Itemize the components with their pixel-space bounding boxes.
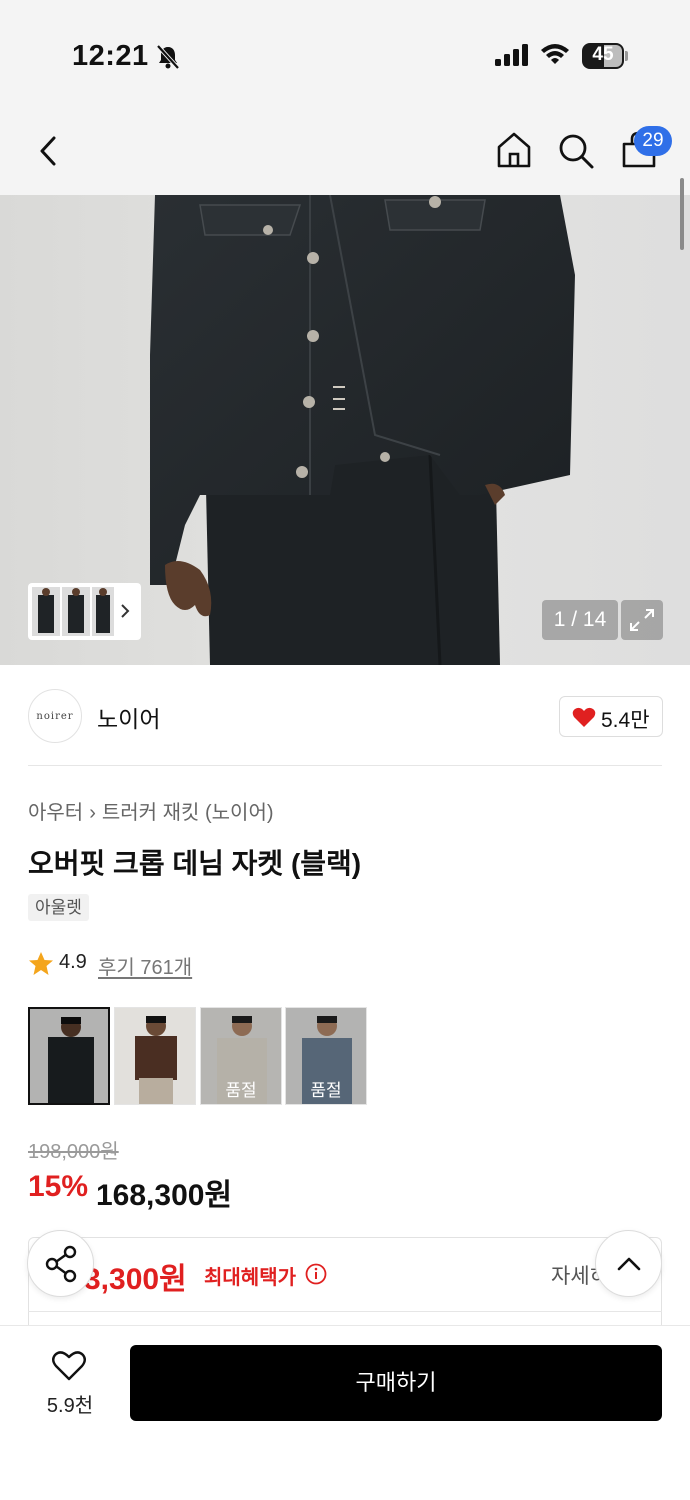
outlet-tag: 아울렛	[28, 894, 89, 921]
brand-name[interactable]: 노이어	[97, 700, 160, 734]
color-option-brown[interactable]	[114, 1007, 196, 1105]
benefit-divider	[28, 1311, 662, 1312]
expand-icon	[630, 609, 654, 631]
silent-bell-icon	[156, 44, 180, 70]
color-option-sold-out: 품절	[201, 1008, 281, 1104]
battery-icon: 45	[582, 43, 628, 69]
rating-score: 4.9	[59, 951, 87, 973]
back-icon[interactable]	[30, 130, 66, 172]
share-button[interactable]	[27, 1230, 94, 1297]
review-count-link[interactable]: 후기 761개	[98, 951, 192, 980]
brand-like-count: 5.4만	[601, 709, 650, 732]
cellular-signal-icon	[495, 44, 528, 66]
original-price: 198,000원	[28, 1141, 119, 1163]
wishlist-heart-icon[interactable]	[51, 1350, 87, 1382]
search-icon[interactable]	[556, 131, 596, 171]
share-icon	[45, 1245, 77, 1283]
brand-like-button[interactable]: 5.4만	[559, 696, 663, 737]
product-title: 오버핏 크롭 데님 자켓 (블랙)	[28, 848, 362, 879]
status-time: 12:21	[72, 40, 149, 72]
breadcrumb: 아우터 › 트러커 재킷 (노이어)	[28, 796, 274, 825]
image-counter: 1 / 14	[542, 600, 618, 640]
max-benefit-label: 최대혜택가	[204, 1267, 296, 1289]
chevron-up-icon	[617, 1257, 641, 1271]
divider	[28, 765, 662, 766]
scrollbar[interactable]	[680, 178, 684, 250]
breadcrumb-subcategory[interactable]: 트러커 재킷 (노이어)	[102, 802, 274, 824]
wishlist-count: 5.9천	[46, 1395, 94, 1417]
breadcrumb-category[interactable]: 아우터	[28, 802, 83, 824]
wifi-icon	[541, 44, 569, 64]
star-icon	[29, 952, 53, 975]
brand-logo[interactable]: noirer	[28, 689, 82, 743]
cart-count-badge: 29	[634, 126, 672, 156]
thumbnail-images	[32, 587, 130, 636]
expand-button[interactable]	[621, 600, 663, 640]
color-option-black[interactable]	[28, 1007, 110, 1105]
info-icon[interactable]	[305, 1263, 327, 1285]
buy-button[interactable]: 구매하기	[130, 1345, 662, 1421]
color-option-status	[30, 1009, 108, 1103]
color-option-white[interactable]: 품절	[200, 1007, 282, 1105]
max-benefit-price: 3,300원	[84, 1263, 187, 1296]
chevron-right-icon: ›	[89, 802, 96, 824]
home-icon[interactable]	[495, 130, 533, 170]
battery-level: 45	[592, 44, 614, 65]
color-option-blue[interactable]: 품절	[285, 1007, 367, 1105]
color-option-sold-out: 품절	[286, 1008, 366, 1104]
scroll-top-button[interactable]	[595, 1230, 662, 1297]
color-option-status	[115, 1008, 195, 1104]
image-thumbnail-strip[interactable]	[28, 583, 141, 640]
heart-filled-icon	[572, 707, 596, 727]
discount-rate: 15%	[28, 1170, 89, 1203]
sale-price: 168,300원	[96, 1179, 233, 1212]
